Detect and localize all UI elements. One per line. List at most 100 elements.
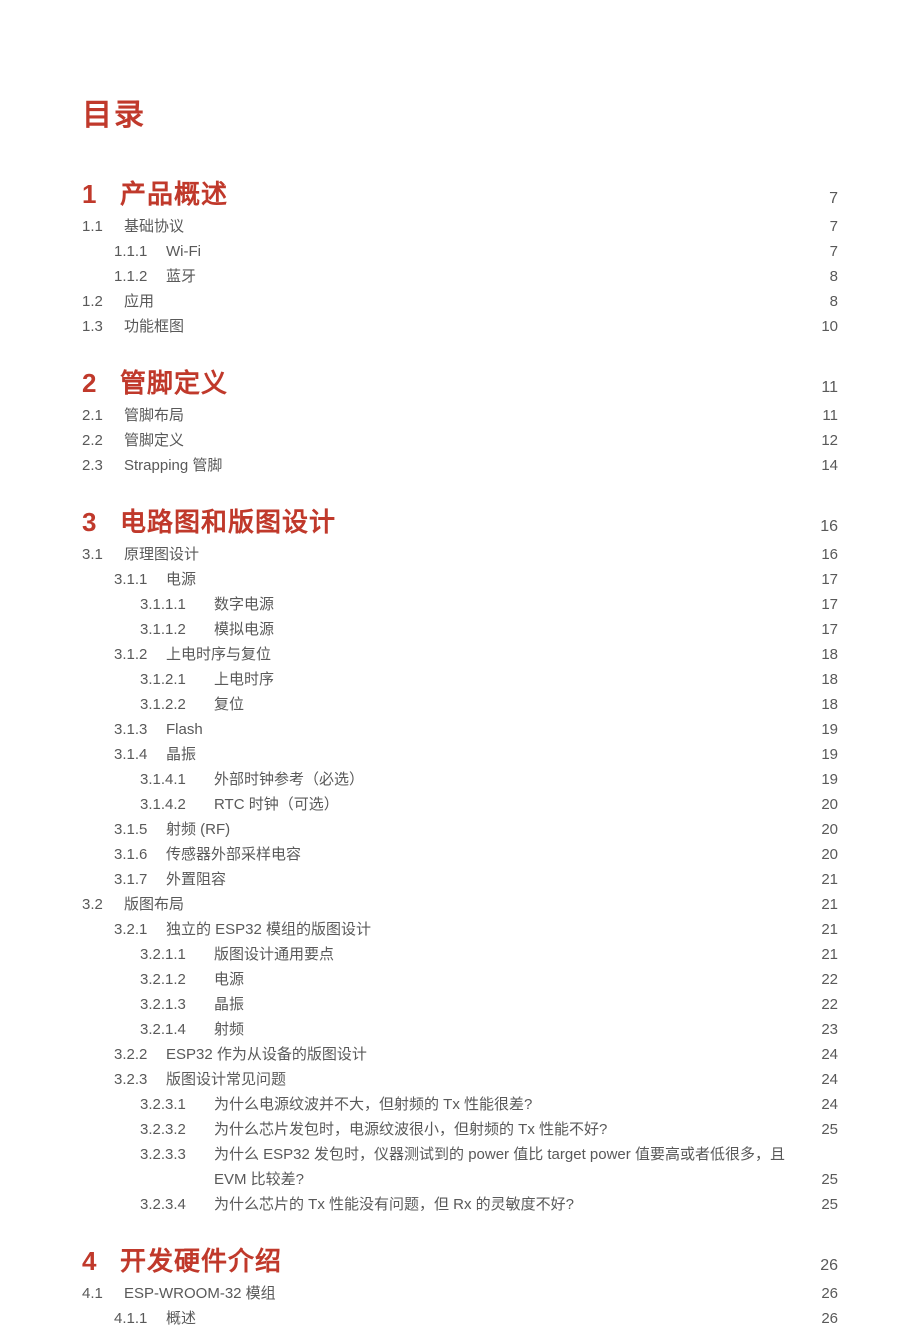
toc-entry[interactable]: 3.1原理图设计16: [82, 543, 838, 567]
toc-entry[interactable]: 3.1.4.2RTC 时钟（可选）20: [82, 793, 838, 817]
toc-entry[interactable]: 3.2.3版图设计常见问题24: [82, 1068, 838, 1092]
toc-entry[interactable]: 3.1.4.1外部时钟参考（必选）19: [82, 768, 838, 792]
toc-entry-num: 3.2.1.2: [140, 968, 214, 992]
toc-entry-num: 3.1: [82, 543, 124, 567]
toc-page: 18: [821, 668, 838, 692]
toc-entry-label: 上电时序与复位: [166, 643, 821, 667]
toc-page: 26: [821, 1307, 838, 1331]
toc-page: 25: [821, 1168, 838, 1192]
toc-chapter[interactable]: 3电路图和版图设计16: [82, 502, 838, 539]
toc-page: 8: [830, 265, 838, 289]
toc-page: 16: [820, 518, 838, 536]
toc-entry[interactable]: 1.3功能框图10: [82, 315, 838, 339]
toc-page: 19: [821, 743, 838, 767]
toc-body: 1产品概述71.1基础协议71.1.1Wi-Fi71.1.2蓝牙81.2应用81…: [82, 174, 838, 1331]
toc-page: 19: [821, 718, 838, 742]
toc-entry-label: ESP-WROOM-32 模组: [124, 1282, 821, 1306]
toc-entry[interactable]: 3.1.1.2模拟电源17: [82, 618, 838, 642]
toc-entry-label: 管脚定义: [124, 429, 821, 453]
toc-entry-num: 3.1.2: [114, 643, 166, 667]
toc-entry[interactable]: 3.1.2上电时序与复位18: [82, 643, 838, 667]
toc-entry[interactable]: 1.1.1Wi-Fi7: [82, 240, 838, 264]
toc-entry[interactable]: 3.2.1.3晶振22: [82, 993, 838, 1017]
toc-entry[interactable]: 3.2版图布局21: [82, 893, 838, 917]
toc-entry[interactable]: 3.1.3Flash19: [82, 718, 838, 742]
toc-page: 26: [821, 1282, 838, 1306]
toc-entry[interactable]: 3.1.2.2复位18: [82, 693, 838, 717]
toc-page: 7: [830, 240, 838, 264]
toc-entry[interactable]: 3.2.1独立的 ESP32 模组的版图设计21: [82, 918, 838, 942]
toc-page: 21: [821, 868, 838, 892]
toc-entry-label: 复位: [214, 693, 821, 717]
toc-page: 8: [830, 290, 838, 314]
toc-entry-num: 3.1.4: [114, 743, 166, 767]
toc-entry-num: 3.1.7: [114, 868, 166, 892]
toc-entry-num: 4.1: [82, 1282, 124, 1306]
toc-entry[interactable]: 1.1.2蓝牙8: [82, 265, 838, 289]
toc-entry-label: 为什么电源纹波并不大，但射频的 Tx 性能很差?: [214, 1093, 821, 1117]
toc-page: 11: [821, 379, 838, 397]
toc-entry-label: Wi-Fi: [166, 240, 830, 264]
toc-chapter[interactable]: 4开发硬件介绍26: [82, 1241, 838, 1278]
toc-entry-label: 功能框图: [124, 315, 821, 339]
toc-chapter-label: 管脚定义: [120, 363, 821, 400]
toc-entry-label: 传感器外部采样电容: [166, 843, 821, 867]
toc-entry-label: 上电时序: [214, 668, 821, 692]
toc-entry[interactable]: 3.2.2ESP32 作为从设备的版图设计24: [82, 1043, 838, 1067]
toc-entry-label: 数字电源: [214, 593, 821, 617]
toc-entry-continuation[interactable]: EVM 比较差?25: [82, 1168, 838, 1192]
toc-page: 18: [821, 693, 838, 717]
toc-entry-label: 基础协议: [124, 215, 830, 239]
toc-entry-label: 版图设计常见问题: [166, 1068, 821, 1092]
toc-entry-label: EVM 比较差?: [214, 1168, 821, 1192]
toc-chapter-num: 4: [82, 1246, 120, 1277]
toc-entry[interactable]: 3.1.7外置阻容21: [82, 868, 838, 892]
toc-entry[interactable]: 3.2.1.1版图设计通用要点21: [82, 943, 838, 967]
toc-page: 10: [821, 315, 838, 339]
toc-page: 17: [821, 568, 838, 592]
toc-entry-label: 晶振: [166, 743, 821, 767]
toc-entry-label: 外部时钟参考（必选）: [214, 768, 821, 792]
toc-entry-label: 晶振: [214, 993, 821, 1017]
toc-entry[interactable]: 4.1.1概述26: [82, 1307, 838, 1331]
toc-entry-label: 概述: [166, 1307, 821, 1331]
toc-entry[interactable]: 4.1ESP-WROOM-32 模组26: [82, 1282, 838, 1306]
toc-chapter-label: 开发硬件介绍: [120, 1241, 820, 1278]
toc-entry-num: 3.2.3.4: [140, 1193, 214, 1217]
toc-entry[interactable]: 1.2应用8: [82, 290, 838, 314]
toc-entry-num: 3.2.1.3: [140, 993, 214, 1017]
toc-chapter[interactable]: 1产品概述7: [82, 174, 838, 211]
toc-entry[interactable]: 2.3Strapping 管脚14: [82, 454, 838, 478]
toc-entry[interactable]: 3.1.1电源17: [82, 568, 838, 592]
toc-entry-num: 4.1.1: [114, 1307, 166, 1331]
toc-page: 22: [821, 993, 838, 1017]
toc-chapter[interactable]: 2管脚定义11: [82, 363, 838, 400]
toc-entry[interactable]: 1.1基础协议7: [82, 215, 838, 239]
toc-page: 21: [821, 893, 838, 917]
toc-page: 25: [821, 1118, 838, 1142]
toc-entry[interactable]: 3.2.3.1为什么电源纹波并不大，但射频的 Tx 性能很差?24: [82, 1093, 838, 1117]
toc-entry[interactable]: 3.1.1.1数字电源17: [82, 593, 838, 617]
toc-entry[interactable]: 3.1.2.1上电时序18: [82, 668, 838, 692]
toc-entry-label: 射频 (RF): [166, 818, 821, 842]
toc-entry[interactable]: 3.2.3.4为什么芯片的 Tx 性能没有问题，但 Rx 的灵敏度不好?25: [82, 1193, 838, 1217]
toc-entry[interactable]: 3.2.1.4射频23: [82, 1018, 838, 1042]
toc-entry[interactable]: 3.2.1.2电源22: [82, 968, 838, 992]
toc-page: 20: [821, 843, 838, 867]
toc-entry-num: 3.1.6: [114, 843, 166, 867]
toc-chapter-num: 1: [82, 179, 120, 210]
toc-entry[interactable]: 3.2.3.2为什么芯片发包时，电源纹波很小，但射频的 Tx 性能不好?25: [82, 1118, 838, 1142]
toc-entry-num: 3.2.1.1: [140, 943, 214, 967]
toc-entry[interactable]: 3.1.4晶振19: [82, 743, 838, 767]
toc-entry-label: 版图设计通用要点: [214, 943, 821, 967]
toc-entry-num: 1.1.1: [114, 240, 166, 264]
toc-entry[interactable]: 2.1管脚布局11: [82, 404, 838, 428]
toc-entry-label: 独立的 ESP32 模组的版图设计: [166, 918, 821, 942]
toc-entry-num: 1.1.2: [114, 265, 166, 289]
toc-page: 24: [821, 1093, 838, 1117]
toc-entry[interactable]: 2.2管脚定义12: [82, 429, 838, 453]
toc-entry[interactable]: 3.2.3.3为什么 ESP32 发包时，仪器测试到的 power 值比 tar…: [82, 1143, 838, 1167]
toc-entry[interactable]: 3.1.5射频 (RF)20: [82, 818, 838, 842]
toc-entry-label: 电源: [166, 568, 821, 592]
toc-entry[interactable]: 3.1.6传感器外部采样电容20: [82, 843, 838, 867]
